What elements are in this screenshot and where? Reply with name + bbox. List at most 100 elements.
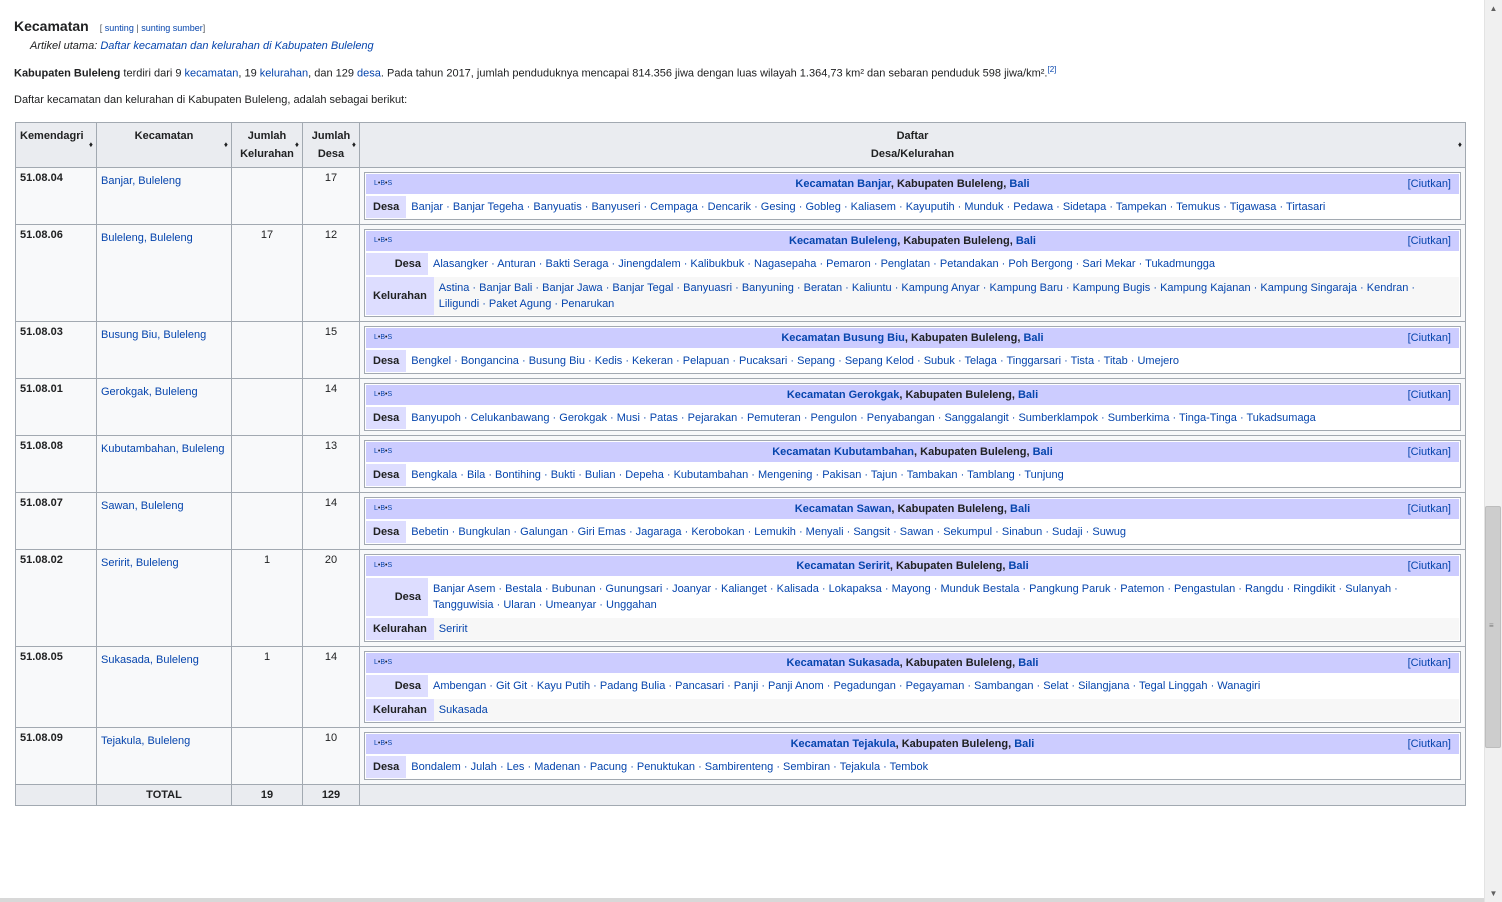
navbox-provinsi-link[interactable]: Bali [1033, 446, 1053, 458]
navbox-provinsi-link[interactable]: Bali [1018, 657, 1038, 669]
kode-cell: 51.08.04 [15, 167, 97, 225]
edit-template-link[interactable]: S [387, 237, 392, 244]
desa-count: 13 [302, 435, 360, 493]
collapse-button[interactable]: [Ciutkan] [1408, 502, 1451, 516]
sort-icon[interactable]: ♦ [352, 136, 356, 154]
desa-list[interactable]: Banyupoh · Celukanbawang · Gerokgak · Mu… [406, 407, 1459, 429]
horizontal-scrollbar[interactable] [0, 898, 1484, 902]
navbox: L•B•S Kecamatan Sukasada, Kabupaten Bulel… [364, 651, 1461, 723]
collapse-button[interactable]: [Ciutkan] [1408, 559, 1451, 573]
edit-template-link[interactable]: S [387, 448, 392, 455]
edit-template-link[interactable]: S [387, 562, 392, 569]
edit-template-link[interactable]: S [387, 391, 392, 398]
navbox-kecamatan-link[interactable]: Kecamatan Tejakula [791, 738, 896, 750]
navbox-kecamatan-link[interactable]: Kecamatan Sawan [795, 503, 892, 515]
kecamatan-link[interactable]: Kubutambahan, Buleleng [101, 443, 225, 455]
kelurahan-list[interactable]: Seririt [433, 618, 1459, 640]
sort-icon[interactable]: ♦ [89, 136, 93, 154]
vertical-scrollbar[interactable]: ▲ ≡ ▼ [1484, 0, 1502, 902]
kelurahan-count [231, 435, 303, 493]
navbar-vbe: L•B•S [374, 448, 393, 455]
collapse-button[interactable]: [Ciutkan] [1408, 177, 1451, 191]
collapse-button[interactable]: [Ciutkan] [1408, 388, 1451, 402]
desa-list[interactable]: Banjar Asem · Bestala · Bubunan · Gunung… [428, 578, 1459, 616]
desa-count: 10 [302, 727, 360, 785]
edit-template-link[interactable]: S [387, 659, 392, 666]
kelurahan-count: 1 [231, 549, 303, 647]
collapse-button[interactable]: [Ciutkan] [1408, 656, 1451, 670]
navbox-kecamatan-link[interactable]: Kecamatan Busung Biu [781, 332, 904, 344]
collapse-button[interactable]: [Ciutkan] [1408, 445, 1451, 459]
kecamatan-link[interactable]: Busung Biu, Buleleng [101, 329, 206, 341]
navbox-title: L•B•S Kecamatan Busung Biu, Kabupaten Bul… [366, 328, 1459, 348]
edit-template-link[interactable]: S [387, 180, 392, 187]
navbox-kabupaten: Kabupaten Buleleng [910, 332, 1018, 344]
kelurahan-list[interactable]: Sukasada [433, 699, 1459, 721]
desa-list[interactable]: Bondalem · Julah · Les · Madenan · Pacun… [406, 756, 1459, 778]
header-kemendagri[interactable]: Kemendagri ♦ [15, 122, 97, 168]
navbox-desa-row: Desa Bebetin · Bungkulan · Galungan · Gir… [366, 521, 1459, 543]
kecamatan-link[interactable]: Sukasada, Buleleng [101, 654, 199, 666]
main-article-link[interactable]: Daftar kecamatan dan kelurahan di Kabupa… [100, 40, 373, 52]
navbox-kecamatan-link[interactable]: Kecamatan Gerokgak [787, 389, 900, 401]
sort-icon[interactable]: ♦ [1458, 136, 1462, 154]
navbox-title: L•B•S Kecamatan Banjar, Kabupaten Bulelen… [366, 174, 1459, 194]
navbar-vbe: L•B•S [374, 659, 393, 666]
sort-icon[interactable]: ♦ [295, 136, 299, 154]
desa-list[interactable]: Bengkala · Bila · Bontihing · Bukti · Bu… [406, 464, 1459, 486]
collapse-button[interactable]: [Ciutkan] [1408, 234, 1451, 248]
desa-list[interactable]: Bengkel · Bongancina · Busung Biu · Kedi… [406, 350, 1459, 372]
navbox-kelurahan-row: Kelurahan Sukasada [366, 699, 1459, 721]
navbox-provinsi-link[interactable]: Bali [1009, 178, 1029, 190]
navbox: L•B•S Kecamatan Kubutambahan, Kabupaten B… [364, 440, 1461, 488]
header-daftar[interactable]: Daftar Desa/Kelurahan ♦ [359, 122, 1466, 168]
navbox-provinsi-link[interactable]: Bali [1008, 560, 1028, 572]
kecamatan-link[interactable]: Gerokgak, Buleleng [101, 386, 198, 398]
edit-template-link[interactable]: S [387, 740, 392, 747]
edit-link[interactable]: sunting [105, 23, 134, 33]
navbox-provinsi-link[interactable]: Bali [1016, 235, 1036, 247]
header-jumlah-kelurahan[interactable]: Jumlah Kelurahan ♦ [231, 122, 303, 168]
kelurahan-link[interactable]: kelurahan [260, 68, 308, 80]
kecamatan-link[interactable]: kecamatan [185, 68, 239, 80]
edit-template-link[interactable]: S [387, 505, 392, 512]
kecamatan-link[interactable]: Sawan, Buleleng [101, 500, 184, 512]
header-kecamatan[interactable]: Kecamatan ♦ [96, 122, 232, 168]
collapse-button[interactable]: [Ciutkan] [1408, 737, 1451, 751]
kecamatan-link[interactable]: Banjar, Buleleng [101, 175, 181, 187]
navbox-title: L•B•S Kecamatan Seririt, Kabupaten Bulele… [366, 556, 1459, 576]
desa-list[interactable]: Banjar · Banjar Tegeha · Banyuatis · Ban… [406, 196, 1459, 218]
group-label-desa: Desa [366, 578, 428, 616]
navbox-kecamatan-link[interactable]: Kecamatan Buleleng [789, 235, 897, 247]
navbox-provinsi-link[interactable]: Bali [1014, 738, 1034, 750]
desa-list[interactable]: Alasangker · Anturan · Bakti Seraga · Ji… [428, 253, 1459, 275]
kecamatan-link[interactable]: Tejakula, Buleleng [101, 735, 190, 747]
kode-cell: 51.08.02 [15, 549, 97, 647]
navbox-provinsi-link[interactable]: Bali [1023, 332, 1043, 344]
kecamatan-link[interactable]: Seririt, Buleleng [101, 557, 179, 569]
navbox-kecamatan-link[interactable]: Kecamatan Banjar [795, 178, 890, 190]
desa-count: 14 [302, 646, 360, 728]
kelurahan-list[interactable]: Astina · Banjar Bali · Banjar Jawa · Ban… [433, 277, 1459, 315]
collapse-button[interactable]: [Ciutkan] [1408, 331, 1451, 345]
desa-list[interactable]: Bebetin · Bungkulan · Galungan · Giri Em… [406, 521, 1459, 543]
kecamatan-link[interactable]: Buleleng, Buleleng [101, 232, 193, 244]
scroll-thumb[interactable]: ≡ [1485, 506, 1501, 748]
navbox-kecamatan-link[interactable]: Kecamatan Kubutambahan [772, 446, 914, 458]
navbox-desa-row: Desa Ambengan · Git Git · Kayu Putih · Pa… [366, 675, 1459, 697]
edit-template-link[interactable]: S [387, 334, 392, 341]
edit-source-link[interactable]: sunting sumber [141, 23, 203, 33]
reference-link[interactable]: [2] [1047, 65, 1056, 74]
scroll-down-icon[interactable]: ▼ [1485, 885, 1502, 902]
navbox-provinsi-link[interactable]: Bali [1018, 389, 1038, 401]
navbox: L•B•S Kecamatan Seririt, Kabupaten Bulele… [364, 554, 1461, 642]
desa-link[interactable]: desa [357, 68, 381, 80]
desa-list[interactable]: Ambengan · Git Git · Kayu Putih · Padang… [428, 675, 1459, 697]
navbox-provinsi-link[interactable]: Bali [1010, 503, 1030, 515]
header-jumlah-desa[interactable]: Jumlah Desa ♦ [302, 122, 360, 168]
sort-icon[interactable]: ♦ [224, 136, 228, 154]
navbox-kecamatan-link[interactable]: Kecamatan Sukasada [787, 657, 900, 669]
group-label-desa: Desa [366, 196, 407, 218]
scroll-up-icon[interactable]: ▲ [1485, 0, 1502, 17]
navbox-kecamatan-link[interactable]: Kecamatan Seririt [796, 560, 890, 572]
